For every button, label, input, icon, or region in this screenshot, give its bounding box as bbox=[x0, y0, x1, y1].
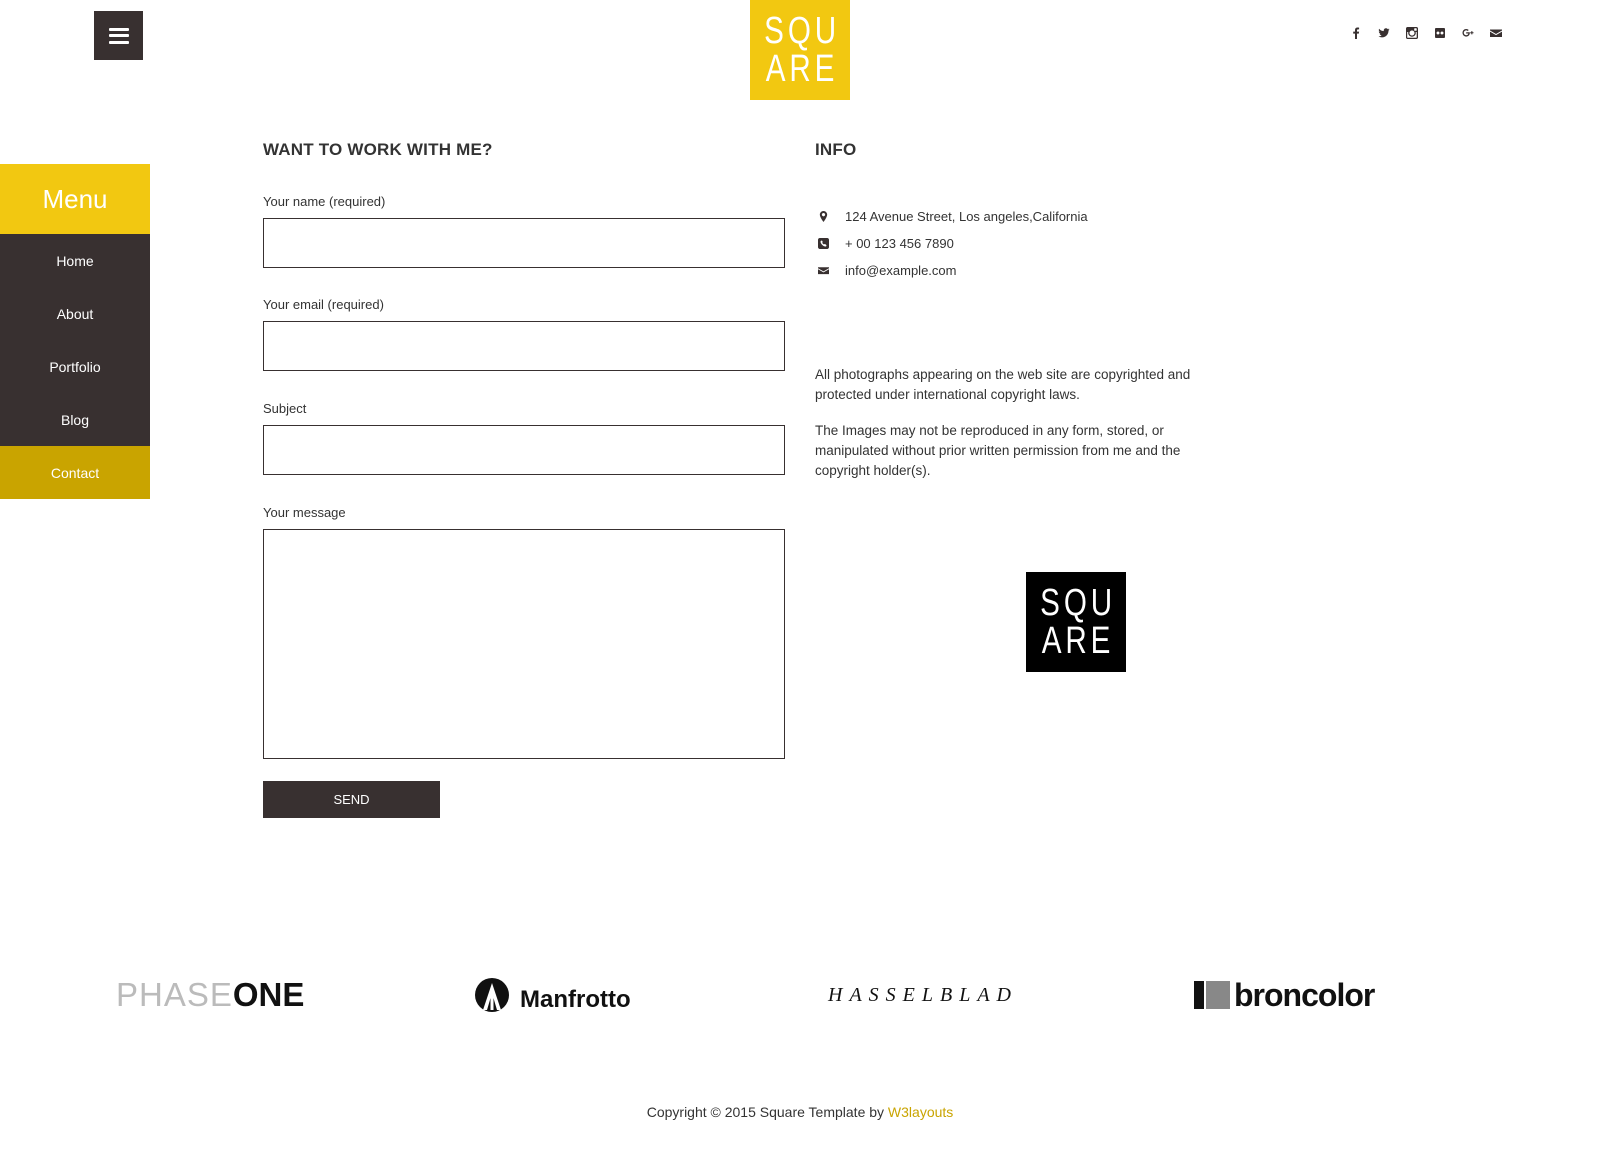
subject-field-box bbox=[263, 425, 785, 475]
email-field-box bbox=[263, 321, 785, 371]
message-field-box bbox=[263, 529, 785, 759]
menu-item-about[interactable]: About bbox=[0, 287, 150, 340]
footer-link-w3layouts[interactable]: W3layouts bbox=[888, 1104, 953, 1120]
copyright-notice-1: All photographs appearing on the web sit… bbox=[815, 367, 1191, 402]
menu-item-blog[interactable]: Blog bbox=[0, 393, 150, 446]
manfrotto-emblem-icon bbox=[475, 978, 509, 1012]
logo-line-2: ARE bbox=[765, 48, 839, 90]
send-button[interactable]: SEND bbox=[263, 781, 440, 818]
copyright-notice-2: The Images may not be reproduced in any … bbox=[815, 423, 1181, 478]
mail-icon[interactable] bbox=[1489, 26, 1503, 40]
name-field-box bbox=[263, 218, 785, 268]
google-plus-icon[interactable] bbox=[1461, 26, 1475, 40]
phaseone-logo[interactable]: PHASE ONE bbox=[116, 970, 304, 1020]
info-title: INFO bbox=[815, 140, 857, 159]
info-logo-line-2: ARE bbox=[1041, 620, 1115, 662]
hamburger-icon bbox=[108, 27, 129, 44]
phone-text: + 00 123 456 7890 bbox=[845, 236, 954, 251]
manfrotto-logo[interactable]: Manfrotto bbox=[474, 970, 631, 1020]
email-label: Your email (required) bbox=[263, 297, 384, 312]
email-input[interactable] bbox=[264, 322, 784, 370]
message-label: Your message bbox=[263, 505, 346, 520]
name-input[interactable] bbox=[264, 219, 784, 267]
instagram-icon[interactable] bbox=[1405, 26, 1419, 40]
social-links bbox=[1349, 26, 1503, 40]
phone-icon bbox=[815, 237, 831, 251]
footer-copyright: Copyright © 2015 Square Template by bbox=[646, 1104, 888, 1120]
phaseone-logo-bold: ONE bbox=[232, 976, 305, 1013]
envelope-icon bbox=[815, 264, 831, 278]
manfrotto-wordmark: Manfrotto bbox=[520, 986, 631, 1013]
broncolor-logo[interactable]: broncolor bbox=[1194, 970, 1375, 1020]
info-phone-row: + 00 123 456 7890 bbox=[815, 236, 954, 251]
logo-line-1: SQU bbox=[763, 10, 840, 52]
map-marker-icon bbox=[815, 210, 831, 224]
subject-label: Subject bbox=[263, 401, 307, 416]
broncolor-emblem-icon bbox=[1194, 981, 1230, 1009]
contact-form-title: WANT TO WORK WITH ME? bbox=[263, 140, 493, 159]
hasselblad-wordmark: HASSELBLAD bbox=[828, 983, 1018, 1006]
footer: Copyright © 2015 Square Template by W3la… bbox=[0, 1104, 1600, 1120]
message-textarea[interactable] bbox=[264, 530, 784, 758]
site-logo[interactable]: SQU ARE bbox=[750, 0, 850, 100]
phaseone-logo-light: PHASE bbox=[116, 976, 233, 1013]
menu-item-home[interactable]: Home bbox=[0, 234, 150, 287]
facebook-icon[interactable] bbox=[1349, 26, 1363, 40]
info-email-row: info@example.com bbox=[815, 263, 956, 278]
email-text[interactable]: info@example.com bbox=[845, 263, 956, 278]
subject-input[interactable] bbox=[264, 426, 784, 474]
info-address-row: 124 Avenue Street, Los angeles,Californi… bbox=[815, 209, 1088, 224]
menu-item-portfolio[interactable]: Portfolio bbox=[0, 340, 150, 393]
info-logo-line-1: SQU bbox=[1039, 582, 1116, 624]
address-text: 124 Avenue Street, Los angeles,Californi… bbox=[845, 209, 1088, 224]
hasselblad-logo[interactable]: HASSELBLAD bbox=[828, 970, 1018, 1020]
menu-title: Menu bbox=[0, 164, 150, 234]
menu-toggle-button[interactable] bbox=[94, 11, 143, 60]
flickr-icon[interactable] bbox=[1433, 26, 1447, 40]
info-logo: SQU ARE bbox=[1026, 572, 1126, 672]
side-menu: Menu Home About Portfolio Blog Contact bbox=[0, 164, 150, 499]
name-label: Your name (required) bbox=[263, 194, 386, 209]
menu-item-contact[interactable]: Contact bbox=[0, 446, 150, 499]
broncolor-wordmark: broncolor bbox=[1234, 976, 1375, 1013]
twitter-icon[interactable] bbox=[1377, 26, 1391, 40]
